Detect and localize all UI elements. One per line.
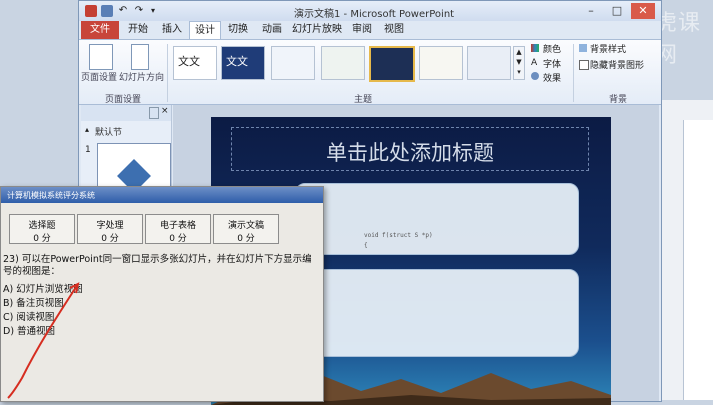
theme-gallery-scroll[interactable]: ▲ ▼ ▾ <box>513 46 525 80</box>
hide-background-checkbox[interactable] <box>579 60 589 70</box>
undo-icon[interactable]: ↶ <box>117 5 129 17</box>
tab-animations[interactable]: 动画 <box>257 21 287 39</box>
exam-title: 计算机模拟系统评分系统 <box>7 191 95 200</box>
theme-4[interactable] <box>321 46 365 80</box>
fonts-icon: A <box>531 58 538 68</box>
slide-title: 单击此处添加标题 <box>326 141 494 165</box>
tab-insert[interactable]: 插入 <box>157 21 187 39</box>
title-bar: ↶ ↷ ▾ 演示文稿1 - Microsoft PowerPoint – □ ✕ <box>79 1 661 21</box>
slide-orientation-icon <box>131 44 149 70</box>
background-styles-button[interactable]: 背景样式 <box>590 42 626 55</box>
theme-selected[interactable] <box>369 46 415 82</box>
category-ppt-button[interactable]: 演示文稿 0 分 <box>213 214 279 244</box>
group-title-themes: 主题 <box>354 95 373 105</box>
theme-blue[interactable]: 文文 <box>221 46 265 80</box>
background-styles-icon <box>579 44 587 52</box>
effects-icon <box>531 72 539 80</box>
background-window-pane <box>683 120 713 400</box>
slide-number: 1 <box>85 145 91 155</box>
tab-file[interactable]: 文件 <box>81 21 119 39</box>
category-choice-button[interactable]: 选择题 0 分 <box>9 214 75 244</box>
section-label: 默认节 <box>95 128 123 138</box>
fonts-button[interactable]: 字体 <box>543 57 561 70</box>
category-excel-button[interactable]: 电子表格 0 分 <box>145 214 211 244</box>
colors-icon <box>531 44 539 52</box>
ribbon: 页面设置 幻灯片方向 页面设置 文文 文文 ▲ ▼ ▾ 主题 颜色 A 字体 效果 … <box>79 39 661 105</box>
group-title-page-setup: 页面设置 <box>105 95 142 105</box>
content-box[interactable] <box>315 269 579 357</box>
question-text: 23) 可以在PowerPoint同一窗口显示多张幻灯片，并在幻灯片下方显示编号… <box>3 254 312 277</box>
ribbon-tabs: 文件 开始 插入 设计 切换 动画 幻灯片放映 审阅 视图 <box>79 21 661 40</box>
minimize-button[interactable]: – <box>579 3 603 19</box>
tab-design[interactable]: 设计 <box>189 21 221 40</box>
tab-review[interactable]: 审阅 <box>347 21 377 39</box>
maximize-button[interactable]: □ <box>605 3 629 19</box>
exam-title-bar: 计算机模拟系统评分系统 <box>1 187 323 203</box>
group-separator <box>573 44 574 102</box>
annotation-arrow <box>7 282 80 399</box>
window-title: 演示文稿1 - Microsoft PowerPoint <box>294 9 455 20</box>
tab-transitions[interactable]: 切换 <box>223 21 253 39</box>
title-placeholder[interactable]: 单击此处添加标题 <box>231 127 589 171</box>
code-line: { <box>364 242 368 249</box>
close-pane-icon[interactable]: × <box>161 106 169 116</box>
slide-orientation-button[interactable]: 幻灯片方向 <box>119 70 164 83</box>
group-separator <box>167 44 168 102</box>
tab-slideshow[interactable]: 幻灯片放映 <box>289 21 345 39</box>
category-word-button[interactable]: 字处理 0 分 <box>77 214 143 244</box>
tab-home[interactable]: 开始 <box>123 21 153 39</box>
page-setup-icon <box>89 44 113 70</box>
content-box[interactable]: void f(struct S *p) { <box>295 183 579 255</box>
hide-background-label: 隐藏背景图形 <box>590 61 645 71</box>
powerpoint-app-icon[interactable] <box>85 5 97 17</box>
collapse-section-icon[interactable]: ▴ <box>85 125 89 134</box>
theme-office[interactable]: 文文 <box>173 46 217 80</box>
theme-7[interactable] <box>467 46 511 80</box>
effects-button[interactable]: 效果 <box>543 71 561 84</box>
redo-icon[interactable]: ↷ <box>133 5 145 17</box>
tab-view[interactable]: 视图 <box>379 21 409 39</box>
code-line: void f(struct S *p) <box>364 232 433 239</box>
slides-pane-header: × <box>81 105 171 121</box>
save-icon[interactable] <box>101 5 113 17</box>
group-title-background: 背景 <box>609 95 628 105</box>
close-button[interactable]: ✕ <box>631 3 655 19</box>
theme-6[interactable] <box>419 46 463 80</box>
outline-tab-icon[interactable] <box>149 107 159 119</box>
quick-access-dropdown-icon[interactable]: ▾ <box>147 5 159 17</box>
watermark-logo: 虎课网 <box>655 11 702 68</box>
colors-button[interactable]: 颜色 <box>543 42 561 55</box>
page-setup-button[interactable]: 页面设置 <box>81 70 117 83</box>
theme-3[interactable] <box>271 46 315 80</box>
